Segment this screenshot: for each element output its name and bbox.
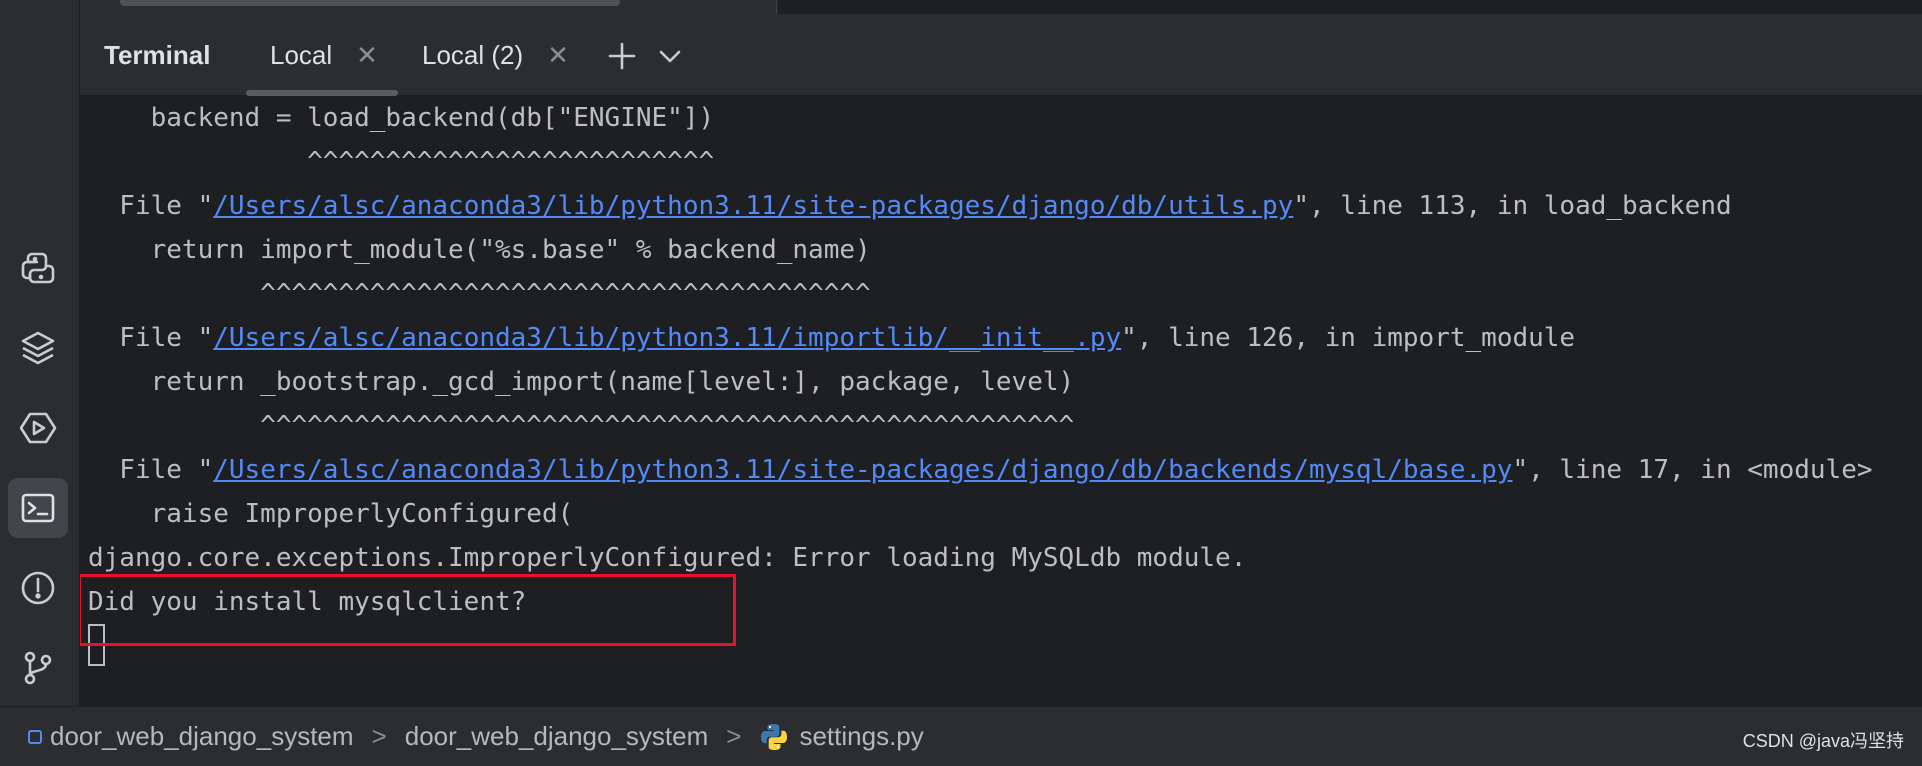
plus-icon[interactable] (602, 36, 642, 76)
terminal-line: File "/Users/alsc/anaconda3/lib/python3.… (88, 184, 1732, 228)
services-icon[interactable] (8, 398, 68, 458)
terminal-line: return _bootstrap._gcd_import(name[level… (88, 367, 1075, 397)
breadcrumb-separator: > (371, 721, 387, 751)
divider (776, 0, 777, 14)
status-bar: door_web_django_system > door_web_django… (0, 706, 1922, 766)
python-file-icon (761, 723, 788, 750)
activity-bar (0, 0, 80, 706)
editor-top-strip (80, 0, 1922, 14)
file-path-link[interactable]: /Users/alsc/anaconda3/lib/python3.11/imp… (213, 323, 1121, 353)
close-icon[interactable]: ✕ (547, 40, 569, 71)
horizontal-scrollbar[interactable] (120, 0, 620, 6)
layers-icon[interactable] (8, 318, 68, 378)
tab-local[interactable]: Local ✕ (270, 38, 378, 72)
tab-local-2[interactable]: Local (2) ✕ (422, 38, 569, 72)
file-suffix: ", line 17, in <module> (1512, 455, 1873, 485)
terminal-line: return import_module("%s.base" % backend… (88, 235, 871, 265)
annotation-highlight-box (80, 574, 736, 646)
file-prefix: File " (88, 323, 214, 353)
close-icon[interactable]: ✕ (356, 40, 378, 71)
file-prefix: File " (88, 191, 214, 221)
file-prefix: File " (88, 455, 214, 485)
problems-icon[interactable] (8, 558, 68, 618)
watermark: CSDN @java冯坚持 (1742, 731, 1904, 751)
breadcrumb-item-project[interactable]: door_web_django_system (50, 721, 354, 752)
terminal-line: backend = load_backend(db["ENGINE"]) (88, 103, 715, 133)
git-icon[interactable] (8, 638, 68, 698)
tool-window-title: Terminal (104, 40, 211, 70)
terminal-output[interactable]: backend = load_backend(db["ENGINE"]) ^^^… (80, 96, 1922, 706)
python-console-icon[interactable] (8, 238, 68, 298)
module-icon (28, 729, 42, 744)
file-suffix: ", line 113, in load_backend (1293, 191, 1732, 221)
file-suffix: ", line 126, in import_module (1121, 323, 1576, 353)
terminal-line: ^^^^^^^^^^^^^^^^^^^^^^^^^^^^^^^^^^^^^^^ (88, 279, 871, 309)
ide-window: Terminal Local ✕ Local (2) ✕ backend = l… (0, 0, 1922, 766)
tab-label: Local (2) (422, 39, 524, 70)
file-path-link[interactable]: /Users/alsc/anaconda3/lib/python3.11/sit… (213, 455, 1512, 485)
editor-area-edge (778, 0, 1922, 14)
breadcrumb: door_web_django_system > door_web_django… (0, 721, 924, 752)
file-path-link[interactable]: /Users/alsc/anaconda3/lib/python3.11/sit… (213, 191, 1293, 221)
terminal-line: File "/Users/alsc/anaconda3/lib/python3.… (88, 316, 1575, 360)
terminal-line: raise ImproperlyConfigured( (88, 499, 574, 529)
terminal-tool-window-header: Terminal Local ✕ Local (2) ✕ (80, 14, 1922, 96)
tab-label: Local (270, 39, 333, 70)
terminal-line: ^^^^^^^^^^^^^^^^^^^^^^^^^^^^^^^^^^^^^^^^… (88, 411, 1075, 441)
breadcrumb-separator: > (726, 721, 742, 751)
breadcrumb-item-file[interactable]: settings.py (799, 721, 923, 752)
terminal-icon[interactable] (8, 478, 68, 538)
breadcrumb-item-package[interactable]: door_web_django_system (405, 721, 709, 752)
terminal-line: File "/Users/alsc/anaconda3/lib/python3.… (88, 448, 1873, 492)
chevron-down-icon[interactable] (650, 36, 690, 76)
terminal-line: ^^^^^^^^^^^^^^^^^^^^^^^^^^ (88, 147, 715, 177)
